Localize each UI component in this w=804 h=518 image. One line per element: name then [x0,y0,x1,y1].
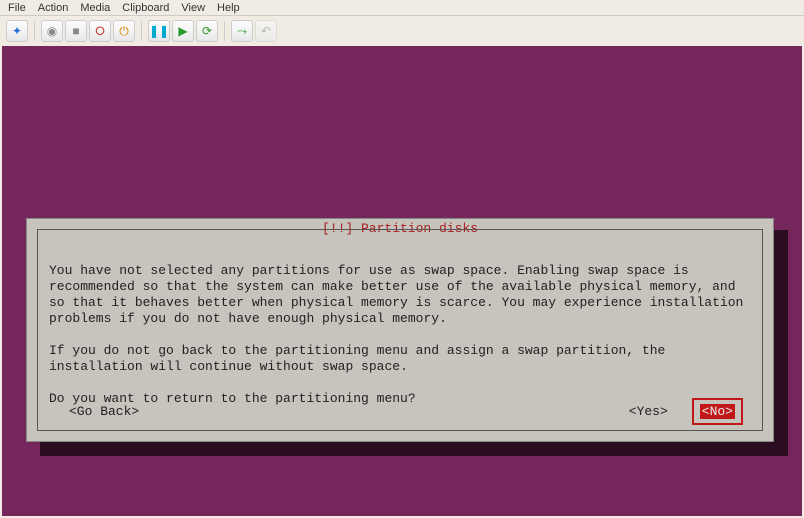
toolbar: ✦ ◉ ■ ⭘ ⏻ ❚❚ ▶ ⟳ ⤳ ↶ [0,16,804,46]
record-icon[interactable]: ◉ [41,20,63,42]
toolbar-separator [141,21,142,41]
dialog-para2: If you do not go back to the partitionin… [49,343,673,374]
shutdown-icon[interactable]: ⭘ [89,20,111,42]
partition-dialog: [!!] Partition disks You have not select… [26,218,774,442]
dialog-para1: You have not selected any partitions for… [49,263,751,326]
checkpoint-icon[interactable]: ⤳ [231,20,253,42]
toolbar-separator [224,21,225,41]
menu-view[interactable]: View [177,2,209,14]
mascot-icon[interactable]: ✦ [6,20,28,42]
power-icon[interactable]: ⏻ [113,20,135,42]
dialog-body: You have not selected any partitions for… [49,247,751,423]
no-button-focus[interactable]: <No> [692,398,743,425]
toolbar-separator [34,21,35,41]
menu-clipboard[interactable]: Clipboard [118,2,173,14]
stop-icon[interactable]: ■ [65,20,87,42]
menu-help[interactable]: Help [213,2,244,14]
vm-display: [!!] Partition disks You have not select… [2,46,802,516]
pause-icon[interactable]: ❚❚ [148,20,170,42]
menu-action[interactable]: Action [34,2,73,14]
play-icon[interactable]: ▶ [172,20,194,42]
menubar: File Action Media Clipboard View Help [0,0,804,16]
no-button[interactable]: <No> [700,404,735,419]
menu-media[interactable]: Media [76,2,114,14]
reset-icon[interactable]: ⟳ [196,20,218,42]
yes-button[interactable]: <Yes> [629,404,668,419]
go-back-button[interactable]: <Go Back> [57,404,139,419]
dialog-buttons: <Go Back> <Yes> <No> [57,398,743,425]
revert-icon: ↶ [255,20,277,42]
menu-file[interactable]: File [4,2,30,14]
